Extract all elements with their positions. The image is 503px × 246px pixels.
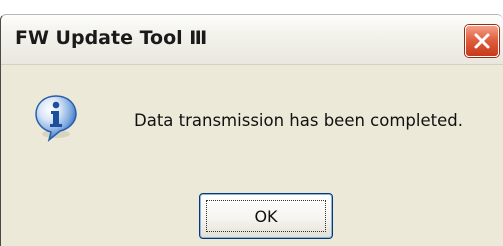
info-icon bbox=[35, 95, 77, 143]
title-bar[interactable]: FW Update Tool Ⅲ bbox=[1, 15, 503, 65]
close-icon bbox=[474, 33, 490, 49]
close-button[interactable] bbox=[465, 25, 499, 57]
ok-button-label: OK bbox=[254, 206, 278, 226]
message-text: Data transmission has been completed. bbox=[134, 111, 463, 130]
window-title: FW Update Tool Ⅲ bbox=[15, 27, 208, 49]
ok-button[interactable]: OK bbox=[199, 193, 333, 239]
message-dialog: FW Update Tool Ⅲ Data transmission has b… bbox=[0, 14, 503, 246]
